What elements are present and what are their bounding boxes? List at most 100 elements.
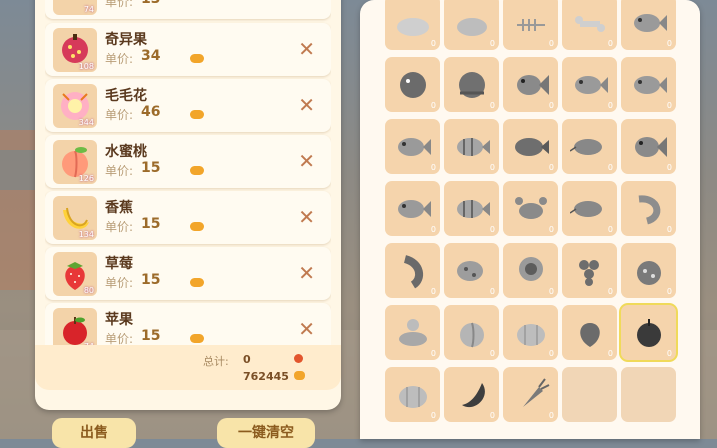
slot-count: 0 bbox=[489, 349, 495, 358]
fishbone-icon bbox=[517, 19, 545, 31]
inventory-slot[interactable]: 0 bbox=[621, 243, 676, 298]
remove-button[interactable]: ✕ bbox=[298, 317, 315, 341]
apple-icon bbox=[63, 317, 87, 345]
inventory-slot[interactable]: 0 bbox=[444, 119, 499, 174]
inventory-slot[interactable]: 0 bbox=[503, 0, 558, 50]
coin-icon bbox=[190, 334, 204, 343]
slot-count: 0 bbox=[430, 349, 436, 358]
sell-item-strawberry[interactable]: 80 草莓 单价: 15 ✕ bbox=[45, 247, 331, 300]
price-label: 单价: bbox=[105, 220, 134, 234]
slot-count: 0 bbox=[666, 225, 672, 234]
inventory-slot[interactable]: 0 bbox=[621, 119, 676, 174]
total-bar: 总计: 0 762445 bbox=[35, 345, 341, 390]
slot-count: 0 bbox=[430, 39, 436, 48]
item-name: 毛毛花 bbox=[105, 88, 147, 104]
slot-count: 0 bbox=[430, 225, 436, 234]
sell-item-kiwi[interactable]: 108 奇异果 单价: 34 ✕ bbox=[45, 23, 331, 76]
inventory-slot[interactable]: 0 bbox=[444, 0, 499, 50]
sell-item-apple[interactable]: 74 苹果 单价: 15 ✕ bbox=[45, 303, 331, 345]
slot-count: 0 bbox=[548, 39, 554, 48]
coin-icon bbox=[190, 166, 204, 175]
inventory-slot[interactable]: 0 bbox=[562, 119, 617, 174]
inventory-slot[interactable]: 0 bbox=[444, 305, 499, 360]
remove-button[interactable]: ✕ bbox=[298, 37, 315, 61]
price-value: 15 bbox=[141, 216, 161, 232]
sell-list[interactable]: 74 单价: 13 108 奇异果 单价: 34 ✕ bbox=[45, 0, 331, 345]
sell-item-partial[interactable]: 74 单价: 13 bbox=[45, 0, 331, 19]
price-label: 单价: bbox=[105, 164, 134, 178]
price-label: 单价: bbox=[105, 0, 134, 9]
inventory-slot[interactable]: 0 bbox=[444, 57, 499, 112]
inventory-slot[interactable]: 0 bbox=[503, 181, 558, 236]
inventory-slot[interactable]: 0 bbox=[385, 305, 440, 360]
item-qty: 80 bbox=[83, 286, 94, 295]
apple-icon bbox=[637, 319, 661, 347]
slot-count: 0 bbox=[430, 163, 436, 172]
eggplant-icon bbox=[462, 383, 485, 408]
slot-count: 0 bbox=[548, 101, 554, 110]
inventory-slot[interactable]: 0 bbox=[621, 181, 676, 236]
inventory-slot[interactable]: 0 bbox=[562, 0, 617, 50]
slot-count: 0 bbox=[489, 411, 495, 420]
remove-button[interactable]: ✕ bbox=[298, 261, 315, 285]
item-name: 草莓 bbox=[105, 256, 133, 272]
grape-icon bbox=[579, 260, 599, 286]
inventory-slot[interactable]: 0 bbox=[444, 367, 499, 422]
inventory-slot[interactable]: 0 bbox=[562, 181, 617, 236]
spotted-fish-icon bbox=[457, 261, 483, 281]
coin-icon bbox=[294, 371, 305, 380]
inventory-slot[interactable]: 0 bbox=[385, 119, 440, 174]
inventory-slot[interactable] bbox=[562, 367, 617, 422]
slot-count: 0 bbox=[548, 349, 554, 358]
inventory-slot[interactable]: 0 bbox=[503, 57, 558, 112]
price-value: 15 bbox=[141, 272, 161, 288]
inventory-slot[interactable]: 0 bbox=[503, 305, 558, 360]
inventory-slot[interactable]: 0 bbox=[385, 0, 440, 50]
catfish-icon bbox=[570, 201, 602, 217]
inventory-slot[interactable]: 0 bbox=[503, 367, 558, 422]
inventory-slot[interactable]: 0 bbox=[385, 57, 440, 112]
inventory-slot[interactable]: 0 bbox=[562, 243, 617, 298]
item-thumb: 344 bbox=[53, 84, 97, 128]
inventory-slot[interactable]: 0 bbox=[621, 57, 676, 112]
price-value: 46 bbox=[141, 104, 161, 120]
inventory-slot[interactable]: 0 bbox=[444, 181, 499, 236]
inventory-slot[interactable]: 0 bbox=[621, 305, 676, 360]
price-label: 单价: bbox=[105, 276, 134, 290]
inventory-panel: 0 0 0 0 0 0 0 0 0 0 0 0 0 0 0 0 0 0 0 0 0 0 0 0 0 0 0 0 0 0 0 0 0 bbox=[360, 0, 700, 439]
inventory-slot[interactable]: 0 bbox=[385, 367, 440, 422]
sell-item-banana[interactable]: 134 香蕉 单价: 15 ✕ bbox=[45, 191, 331, 244]
inventory-slot[interactable]: 0 bbox=[444, 243, 499, 298]
sell-button[interactable]: 出售 bbox=[52, 418, 136, 448]
clear-all-button[interactable]: 一键清空 bbox=[217, 418, 315, 448]
slot-count: 0 bbox=[548, 225, 554, 234]
item-name: 香蕉 bbox=[105, 200, 133, 216]
building-window bbox=[0, 150, 35, 190]
slot-count: 0 bbox=[548, 163, 554, 172]
remove-button[interactable]: ✕ bbox=[298, 149, 315, 173]
sell-item-peach[interactable]: 126 水蜜桃 单价: 15 ✕ bbox=[45, 135, 331, 188]
sell-item-flower[interactable]: 344 毛毛花 单价: 46 ✕ bbox=[45, 79, 331, 132]
remove-button[interactable]: ✕ bbox=[298, 205, 315, 229]
shrimp-icon bbox=[638, 195, 661, 225]
remove-button[interactable]: ✕ bbox=[298, 93, 315, 117]
coin-icon bbox=[190, 54, 204, 63]
inventory-slot[interactable]: 0 bbox=[503, 243, 558, 298]
item-thumb: 74 bbox=[53, 0, 97, 15]
peach-icon bbox=[460, 322, 484, 348]
inventory-slot[interactable]: 0 bbox=[503, 119, 558, 174]
inventory-slot[interactable]: 0 bbox=[385, 181, 440, 236]
slot-count: 0 bbox=[666, 39, 672, 48]
red-coin-icon bbox=[294, 354, 303, 363]
inventory-slot[interactable]: 0 bbox=[621, 0, 676, 50]
slot-count: 0 bbox=[607, 287, 613, 296]
stone-icon bbox=[397, 18, 429, 36]
flower-icon bbox=[399, 319, 427, 346]
inventory-slot[interactable] bbox=[621, 367, 676, 422]
kiwi-icon bbox=[637, 261, 661, 285]
pufferfish-icon bbox=[400, 72, 426, 98]
inventory-slot[interactable]: 0 bbox=[562, 305, 617, 360]
strawberry-icon bbox=[580, 323, 600, 347]
inventory-slot[interactable]: 0 bbox=[562, 57, 617, 112]
inventory-slot[interactable]: 0 bbox=[385, 243, 440, 298]
